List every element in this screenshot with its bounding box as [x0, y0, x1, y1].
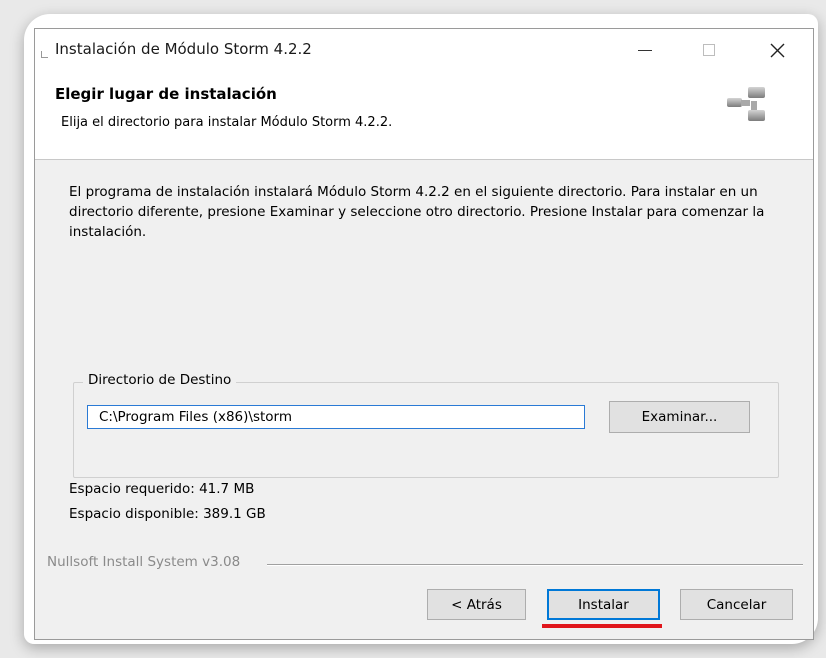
installer-icon [727, 87, 765, 121]
page-subtitle: Elija el directorio para instalar Módulo… [61, 115, 393, 130]
window-title: Instalación de Módulo Storm 4.2.2 [55, 40, 312, 58]
close-icon [770, 43, 784, 57]
footer-separator [267, 564, 803, 566]
maximize-button[interactable] [685, 29, 733, 71]
back-button[interactable]: < Atrás [427, 589, 526, 620]
installer-window: Instalación de Módulo Storm 4.2.2 Elegir… [34, 28, 814, 640]
minimize-button[interactable] [621, 29, 669, 71]
intro-text: El programa de instalación instalará Mód… [69, 184, 765, 240]
install-button[interactable]: Instalar [547, 589, 660, 620]
maximize-icon [703, 44, 715, 56]
page-header: Elegir lugar de instalación Elija el dir… [35, 71, 813, 160]
title-bar: Instalación de Módulo Storm 4.2.2 [35, 29, 813, 71]
destination-path-input[interactable] [87, 405, 585, 429]
cancel-button[interactable]: Cancelar [680, 589, 793, 620]
destination-group-label: Directorio de Destino [83, 372, 237, 388]
close-button[interactable] [753, 29, 801, 71]
page-title: Elegir lugar de instalación [55, 85, 277, 103]
space-required: Espacio requerido: 41.7 MB [69, 481, 255, 497]
installer-brand: Nullsoft Install System v3.08 [47, 554, 247, 570]
space-available: Espacio disponible: 389.1 GB [69, 506, 266, 522]
browse-button[interactable]: Examinar... [609, 401, 750, 433]
app-icon [41, 51, 48, 58]
install-annotation-underline [542, 624, 662, 628]
minimize-icon [638, 49, 652, 51]
